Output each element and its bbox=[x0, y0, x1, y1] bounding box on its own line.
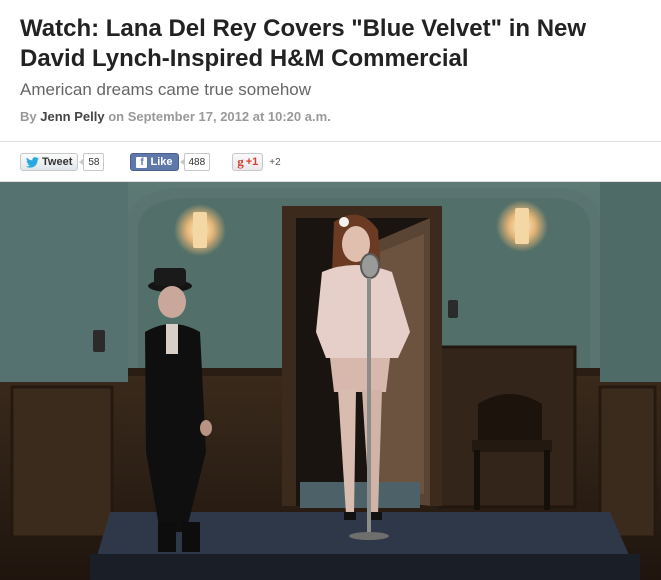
tweet-button[interactable]: Tweet bbox=[20, 153, 79, 171]
share-bar: Tweet 58 f Like 488 g +1 +2 bbox=[20, 151, 281, 173]
like-count: 488 bbox=[179, 153, 211, 171]
video-still[interactable] bbox=[0, 182, 661, 580]
byline-on: on bbox=[108, 109, 125, 124]
tweet-count: 58 bbox=[79, 153, 105, 171]
byline: By Jenn Pelly on September 17, 2012 at 1… bbox=[20, 109, 331, 124]
article: Watch: Lana Del Rey Covers "Blue Velvet"… bbox=[0, 0, 661, 580]
publish-date: September 17, 2012 at 10:20 a.m. bbox=[127, 109, 331, 124]
google-plus-label: +1 bbox=[245, 156, 259, 168]
article-subtitle: American dreams came true somehow bbox=[20, 80, 312, 99]
google-g-icon: g bbox=[237, 154, 244, 169]
byline-prefix: By bbox=[20, 109, 37, 124]
google-plus-button[interactable]: g +1 bbox=[232, 153, 264, 171]
like-button[interactable]: f Like bbox=[130, 153, 179, 171]
twitter-bird-icon bbox=[26, 156, 39, 168]
article-title: Watch: Lana Del Rey Covers "Blue Velvet"… bbox=[20, 15, 587, 72]
divider bbox=[0, 141, 661, 142]
video-still-image bbox=[0, 182, 661, 580]
author-link[interactable]: Jenn Pelly bbox=[40, 109, 104, 124]
like-label: Like bbox=[150, 156, 173, 168]
facebook-f-icon: f bbox=[136, 156, 148, 168]
tweet-label: Tweet bbox=[42, 156, 73, 168]
google-plus-count: +2 bbox=[269, 156, 281, 168]
